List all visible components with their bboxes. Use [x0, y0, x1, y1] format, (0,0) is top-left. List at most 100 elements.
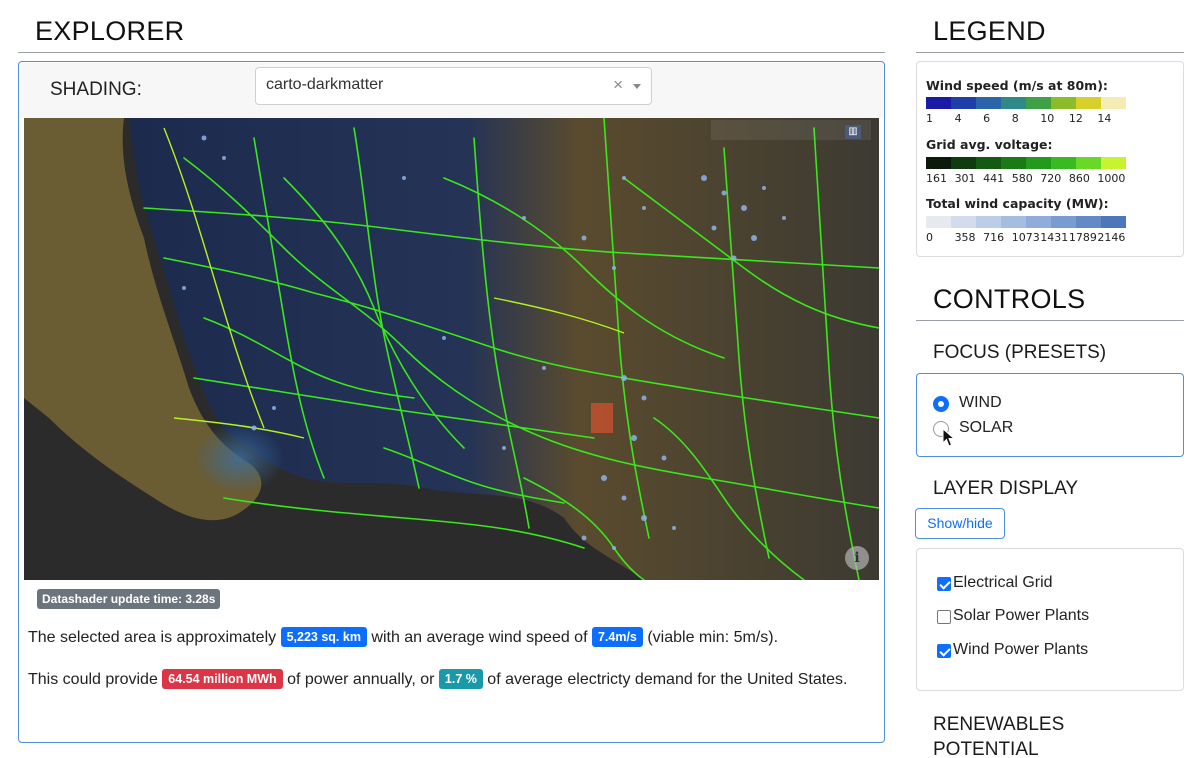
renewables-line-2: POTENTIAL: [933, 739, 1039, 758]
legend-tick-label: 441: [983, 172, 1005, 185]
colorbar-swatch: [976, 97, 1001, 109]
colorbar-swatch: [1026, 157, 1051, 169]
legend-tick-label: 1073: [1011, 231, 1040, 244]
colorbar-swatch: [1051, 216, 1076, 228]
selected-area-marker: [591, 403, 613, 433]
checkbox-wind-plants[interactable]: [937, 644, 951, 658]
summary-text: of power annually, or: [282, 671, 439, 688]
shading-label: SHADING:: [50, 79, 142, 100]
checkbox-electrical-grid[interactable]: [937, 577, 951, 591]
mouse-cursor-icon: [942, 428, 956, 447]
wind-speed-legend-title: Wind speed (m/s at 80m):: [926, 78, 1108, 93]
colorbar-swatch: [1051, 157, 1076, 169]
legend-tick-label: 6: [983, 112, 991, 125]
focus-presets-title: FOCUS (PRESETS): [933, 342, 1107, 363]
controls-title: CONTROLS: [933, 284, 1086, 314]
layer-label: Solar Power Plants: [953, 607, 1090, 624]
colorbar-swatch: [1001, 216, 1026, 228]
radio-solar-label: SOLAR: [959, 419, 1014, 436]
layer-display-group: Electrical Grid Solar Power Plants Wind …: [916, 548, 1184, 691]
info-icon[interactable]: i: [845, 546, 869, 570]
colorbar-swatch: [1076, 216, 1101, 228]
map-toolbar: ▥: [711, 120, 871, 140]
layer-label: Wind Power Plants: [953, 641, 1089, 658]
map-graphic: [24, 118, 879, 580]
colorbar-swatch: [1076, 97, 1101, 109]
colorbar-swatch: [951, 97, 976, 109]
layer-label: Electrical Grid: [953, 574, 1053, 591]
legend-tick-label: 14: [1097, 112, 1112, 125]
legend-tick-label: 301: [954, 172, 976, 185]
colorbar-swatch: [926, 97, 951, 109]
colorbar-swatch: [1101, 216, 1126, 228]
renewables-line-1: RENEWABLES: [933, 714, 1065, 735]
colorbar-swatch: [1001, 157, 1026, 169]
colorbar-swatch: [926, 216, 951, 228]
explorer-title: EXPLORER: [35, 16, 185, 46]
chevron-down-icon[interactable]: [633, 84, 641, 89]
capacity-colorbar: [926, 216, 1126, 228]
area-badge: 5,223 sq. km: [280, 627, 367, 647]
explorer-divider: [18, 52, 885, 53]
summary-power: This could provide 64.54 million MWh of …: [28, 667, 878, 692]
checkbox-solar-plants[interactable]: [937, 610, 951, 624]
summary-text: of average electricty demand for the Uni…: [482, 671, 848, 688]
colorbar-swatch: [951, 216, 976, 228]
shading-selected-value: carto-darkmatter: [266, 76, 384, 93]
legend-tick-label: 0: [926, 231, 933, 244]
legend-tick-label: 716: [983, 231, 1005, 244]
summary-text: (viable min: 5m/s).: [642, 629, 779, 646]
legend-title: LEGEND: [933, 16, 1046, 46]
colorbar-swatch: [976, 216, 1001, 228]
legend-tick-label: 2146: [1097, 231, 1126, 244]
colorbar-swatch: [1076, 157, 1101, 169]
radio-wind-button[interactable]: [933, 396, 949, 412]
shading-bar: SHADING: carto-darkmatter ×: [20, 63, 883, 118]
legend-tick-label: 1789: [1068, 231, 1097, 244]
wind-speed-badge: 7.4m/s: [591, 627, 643, 647]
legend-tick-label: 12: [1068, 112, 1083, 125]
explorer-panel: SHADING: carto-darkmatter × ▥ i Datashad…: [18, 61, 885, 743]
radio-wind-label: WIND: [959, 394, 1002, 411]
bar-chart-icon[interactable]: ▥: [845, 125, 861, 139]
legend-panel: Wind speed (m/s at 80m): 1 4 6 8 10 12 14 Grid…: [916, 61, 1184, 257]
legend-tick-label: 8: [1011, 112, 1019, 125]
legend-tick-label: 10: [1040, 112, 1055, 125]
summary-text: This could provide: [28, 671, 163, 688]
renewables-potential-title: RENEWABLES POTENTIAL: [933, 712, 1064, 758]
power-badge: 64.54 million MWh: [162, 669, 283, 689]
voltage-colorbar: [926, 157, 1126, 169]
coastal-glow: [194, 423, 284, 493]
layer-display-title: LAYER DISPLAY: [933, 478, 1079, 499]
legend-tick-label: 1: [926, 112, 933, 125]
summary-text: with an average wind speed of: [366, 629, 592, 646]
controls-divider: [916, 320, 1184, 321]
colorbar-swatch: [926, 157, 951, 169]
summary-text: The selected area is approximately: [28, 629, 281, 646]
colorbar-swatch: [1051, 97, 1076, 109]
colorbar-swatch: [1101, 157, 1126, 169]
colorbar-swatch: [976, 157, 1001, 169]
legend-tick-label: 4: [954, 112, 962, 125]
legend-tick-label: 161: [926, 172, 947, 185]
voltage-legend-title: Grid avg. voltage:: [926, 137, 1053, 152]
legend-tick-label: 720: [1040, 172, 1062, 185]
map-canvas[interactable]: ▥ i: [24, 118, 879, 580]
legend-tick-label: 580: [1011, 172, 1033, 185]
show-hide-button[interactable]: Show/hide: [915, 508, 1005, 539]
legend-tick-label: 1431: [1040, 231, 1069, 244]
capacity-legend-title: Total wind capacity (MW):: [926, 196, 1109, 211]
focus-presets-group: WIND SOLAR: [916, 373, 1184, 457]
legend-tick-label: 1000: [1097, 172, 1126, 185]
colorbar-swatch: [1026, 97, 1051, 109]
colorbar-swatch: [1001, 97, 1026, 109]
update-time-badge: Datashader update time: 3.28s: [37, 589, 221, 609]
colorbar-swatch: [1101, 97, 1126, 109]
clear-icon[interactable]: ×: [613, 75, 623, 95]
summary-area-wind: The selected area is approximately 5,223…: [28, 625, 878, 650]
legend-tick-label: 860: [1068, 172, 1090, 185]
wind-speed-colorbar: [926, 97, 1126, 109]
shading-select[interactable]: carto-darkmatter ×: [255, 67, 652, 105]
colorbar-swatch: [951, 157, 976, 169]
legend-divider: [916, 52, 1184, 53]
